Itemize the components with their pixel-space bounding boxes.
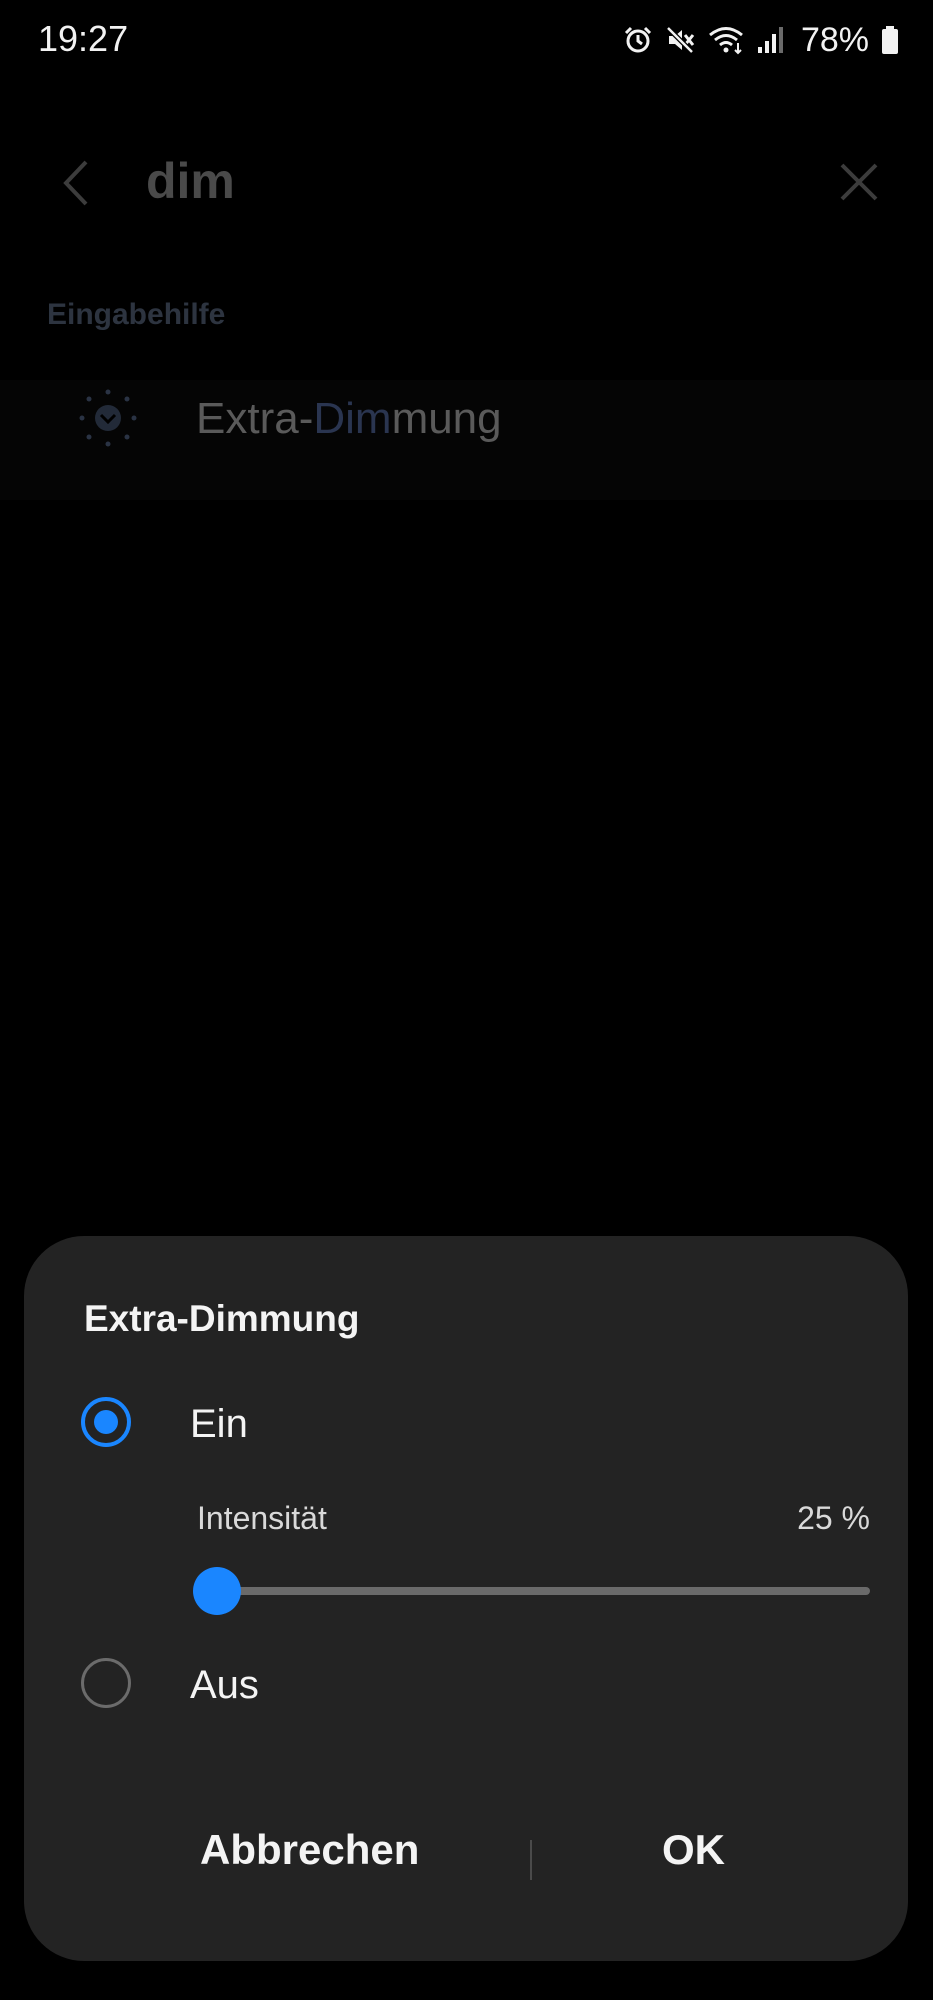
radio-off[interactable]: [81, 1658, 131, 1708]
wifi-icon: [708, 27, 743, 55]
dialog-title: Extra-Dimmung: [84, 1298, 360, 1339]
result-suffix: mung: [391, 394, 502, 443]
status-bar: 19:27 78%: [0, 0, 933, 80]
search-result-label: Extra-Dimmung: [196, 394, 502, 444]
intensity-label: Intensität: [197, 1500, 327, 1536]
intensity-value: 25 %: [797, 1500, 870, 1536]
intensity-slider[interactable]: [193, 1566, 870, 1616]
ok-button[interactable]: OK: [662, 1826, 725, 1874]
clear-icon[interactable]: [839, 162, 879, 202]
option-on-label[interactable]: Ein: [190, 1402, 248, 1447]
radio-on[interactable]: [81, 1397, 131, 1447]
signal-icon: [757, 27, 783, 53]
battery-percentage: 78%: [800, 20, 869, 59]
cancel-button[interactable]: Abbrechen: [200, 1826, 419, 1874]
battery-icon: [882, 26, 898, 54]
back-arrow-icon[interactable]: [58, 156, 94, 210]
status-time: 19:27: [38, 18, 129, 59]
search-input[interactable]: dim: [146, 152, 235, 210]
option-off-label[interactable]: Aus: [190, 1663, 259, 1708]
search-bar: [0, 150, 933, 270]
status-icons: 78%: [623, 20, 899, 60]
mute-icon: [666, 26, 695, 54]
slider-thumb[interactable]: [193, 1567, 242, 1615]
extra-dim-dialog: Extra-Dimmung Ein Intensität 25 % Aus Ab…: [24, 1236, 908, 1961]
extra-dim-icon: [79, 389, 137, 447]
slider-track[interactable]: [197, 1587, 870, 1595]
alarm-icon: [624, 26, 651, 53]
result-prefix: Extra-: [196, 394, 314, 443]
button-divider: [530, 1840, 532, 1880]
result-highlight: Dim: [313, 394, 392, 443]
section-label: Eingabehilfe: [47, 298, 226, 331]
